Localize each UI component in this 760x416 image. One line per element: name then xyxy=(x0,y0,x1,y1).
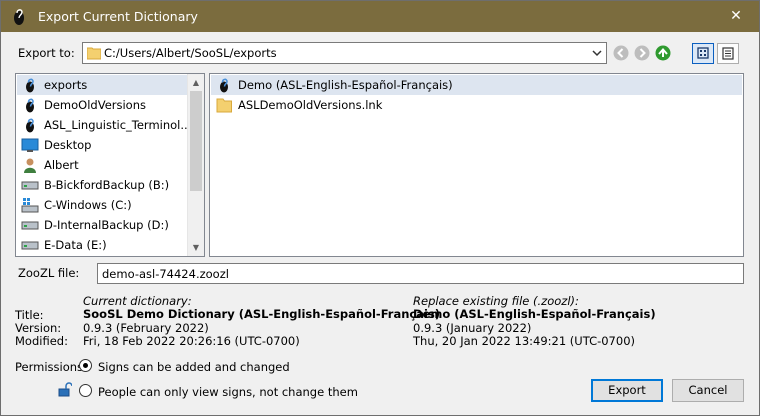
drive-icon xyxy=(21,237,39,253)
places-item[interactable]: DemoOldVersions xyxy=(17,95,187,115)
places-item-label: B-BickfordBackup (B:) xyxy=(44,178,170,192)
user-icon xyxy=(21,157,39,173)
cancel-button[interactable]: Cancel xyxy=(672,379,744,402)
places-item-label: exports xyxy=(44,78,88,92)
replace-file-heading: Replace existing file (.zoozl): xyxy=(413,294,579,308)
file-item[interactable]: ASLDemoOldVersions.lnk xyxy=(211,95,742,115)
places-item-label: E-Data (E:) xyxy=(44,238,107,252)
title-label: Title: xyxy=(15,308,44,322)
folder-icon xyxy=(215,97,233,113)
forward-icon[interactable] xyxy=(634,45,650,61)
places-item[interactable]: Albert xyxy=(17,155,187,175)
zoozl-file-label: ZooZL file: xyxy=(18,266,80,280)
places-item[interactable]: D-InternalBackup (D:) xyxy=(17,215,187,235)
places-item[interactable]: B-BickfordBackup (B:) xyxy=(17,175,187,195)
soosl-app-icon xyxy=(14,9,24,25)
file-item[interactable]: Demo (ASL-English-Español-Français) xyxy=(211,75,742,95)
current-modified: Fri, 18 Feb 2022 20:26:16 (UTC-0700) xyxy=(83,334,300,348)
modified-label: Modified: xyxy=(15,334,68,348)
list-view-button[interactable] xyxy=(717,43,739,64)
places-item-label: DemoOldVersions xyxy=(44,98,146,112)
places-item-label: ASL_Linguistic_Terminol... xyxy=(44,118,192,132)
places-item[interactable]: ASL_Linguistic_Terminol... xyxy=(17,115,191,135)
replace-version: 0.9.3 (January 2022) xyxy=(413,321,532,335)
icon-view-icon xyxy=(697,47,709,59)
places-item-label: C-Windows (C:) xyxy=(44,198,132,212)
places-item[interactable]: exports xyxy=(17,75,187,95)
current-title: SooSL Demo Dictionary (ASL-English-Españ… xyxy=(83,307,441,321)
current-dictionary-heading: Current dictionary: xyxy=(83,294,192,308)
up-folder-icon[interactable] xyxy=(655,45,671,61)
permission-view-only-radio[interactable] xyxy=(79,384,92,397)
scrollbar-thumb[interactable] xyxy=(190,91,202,191)
scroll-down-icon[interactable]: ▼ xyxy=(188,239,204,256)
zoozl-file-field[interactable] xyxy=(97,263,744,284)
places-item-label: D-InternalBackup (D:) xyxy=(44,218,169,232)
close-button[interactable]: ✕ xyxy=(713,1,759,32)
replace-modified: Thu, 20 Jan 2022 13:49:21 (UTC-0700) xyxy=(413,334,635,348)
soosl-icon xyxy=(21,77,39,93)
permissions-label: Permissions: xyxy=(15,360,87,374)
export-dialog: Export Current Dictionary ✕ Export to: C… xyxy=(0,0,760,416)
soosl-icon xyxy=(215,77,233,93)
soosl-icon xyxy=(21,117,39,133)
version-label: Version: xyxy=(15,321,62,335)
replace-title: Demo (ASL-English-Español-Français) xyxy=(413,307,656,321)
files-panel[interactable]: Demo (ASL-English-Español-Français) ASLDe… xyxy=(209,73,744,257)
window-title: Export Current Dictionary xyxy=(38,9,198,24)
title-bar[interactable]: Export Current Dictionary ✕ xyxy=(1,1,759,32)
places-panel[interactable]: exports DemoOldVersions ASL_Linguistic_Ter… xyxy=(15,73,205,257)
radio-checked-dot xyxy=(83,363,88,368)
places-item[interactable]: Desktop xyxy=(17,135,187,155)
back-icon[interactable] xyxy=(613,45,629,61)
chevron-down-icon[interactable] xyxy=(591,47,603,59)
places-item[interactable]: E-Data (E:) xyxy=(17,235,187,255)
permission-add-change-label[interactable]: Signs can be added and changed xyxy=(98,360,290,374)
windows-drive-icon xyxy=(21,197,39,213)
list-view-icon xyxy=(722,47,734,60)
close-icon: ✕ xyxy=(730,8,742,24)
icon-view-button[interactable] xyxy=(692,43,714,64)
drive-icon xyxy=(21,217,39,233)
places-item[interactable]: C-Windows (C:) xyxy=(17,195,187,215)
scroll-up-icon[interactable]: ▲ xyxy=(188,74,204,91)
places-item-label: Desktop xyxy=(44,138,92,152)
current-version: 0.9.3 (February 2022) xyxy=(83,321,209,335)
places-scrollbar[interactable]: ▲ ▼ xyxy=(187,74,204,256)
permission-view-only-label[interactable]: People can only view signs, not change t… xyxy=(98,385,358,399)
drive-icon xyxy=(21,177,39,193)
places-item-label: Albert xyxy=(44,158,79,172)
file-item-label: ASLDemoOldVersions.lnk xyxy=(238,98,383,112)
unlock-icon xyxy=(58,382,72,397)
export-path-combo[interactable]: C:/Users/Albert/SooSL/exports xyxy=(82,42,607,64)
export-button[interactable]: Export xyxy=(591,379,663,402)
soosl-icon xyxy=(21,97,39,113)
folder-icon xyxy=(87,47,101,60)
export-path-value: C:/Users/Albert/SooSL/exports xyxy=(104,46,277,60)
desktop-icon xyxy=(21,137,39,153)
permission-add-change-radio[interactable] xyxy=(79,359,92,372)
file-item-label: Demo (ASL-English-Español-Français) xyxy=(238,78,453,92)
zoozl-file-input[interactable] xyxy=(98,264,743,283)
export-to-label: Export to: xyxy=(18,46,75,60)
